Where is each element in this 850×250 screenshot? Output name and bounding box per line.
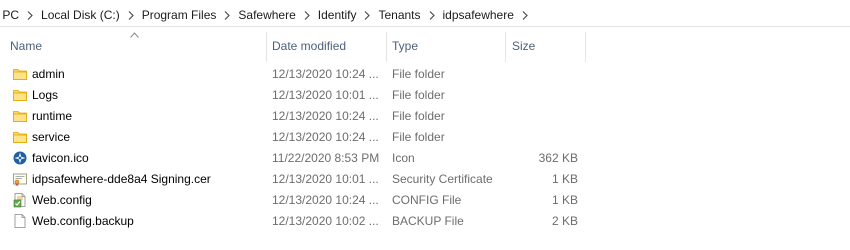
- breadcrumb: s PC Local Disk (C:) Program Files Safew…: [0, 4, 533, 26]
- file-row-logs[interactable]: Logs 12/13/2020 10:01 ... File folder: [0, 85, 850, 106]
- file-name: runtime: [32, 109, 73, 123]
- address-bar[interactable]: s PC Local Disk (C:) Program Files Safew…: [0, 4, 850, 27]
- file-date: 12/13/2020 10:24 ...: [272, 109, 379, 123]
- file-name: idpsafewhere-dde8a4 Signing.cer: [32, 172, 211, 186]
- file-row-runtime[interactable]: runtime 12/13/2020 10:24 ... File folder: [0, 106, 850, 127]
- certificate-icon: [12, 171, 28, 187]
- column-header-date-modified[interactable]: Date modified: [272, 29, 382, 64]
- file-type: Icon: [392, 151, 415, 165]
- column-header-name[interactable]: Name: [10, 29, 266, 64]
- file-size: [500, 106, 578, 127]
- folder-icon: [12, 108, 28, 124]
- chevron-right-icon[interactable]: [123, 4, 139, 26]
- file-size: [500, 127, 578, 148]
- blank-file-icon: [12, 213, 28, 229]
- file-date: 12/13/2020 10:02 ...: [272, 214, 379, 228]
- file-type: File folder: [392, 67, 445, 81]
- file-size: [500, 85, 578, 106]
- folder-icon: [12, 87, 28, 103]
- column-divider[interactable]: [266, 32, 267, 62]
- column-header-type[interactable]: Type: [392, 29, 502, 64]
- file-name: admin: [32, 67, 65, 81]
- file-type: File folder: [392, 88, 445, 102]
- file-size: 362 KB: [538, 151, 578, 165]
- breadcrumb-item-safewhere[interactable]: Safewhere: [235, 4, 298, 26]
- file-type: CONFIG File: [392, 193, 462, 207]
- file-date: 12/13/2020 10:01 ...: [272, 172, 379, 186]
- file-name: service: [32, 130, 71, 144]
- file-row-certificate[interactable]: idpsafewhere-dde8a4 Signing.cer 12/13/20…: [0, 169, 850, 190]
- file-name: Logs: [32, 88, 59, 102]
- file-type: File folder: [392, 109, 445, 123]
- breadcrumb-item-local-disk[interactable]: Local Disk (C:): [38, 4, 123, 26]
- file-size: [500, 64, 578, 85]
- file-size: 1 KB: [551, 172, 578, 186]
- breadcrumb-item-identify[interactable]: Identify: [315, 4, 360, 26]
- file-row-admin[interactable]: admin 12/13/2020 10:24 ... File folder: [0, 64, 850, 85]
- breadcrumb-item-idpsafewhere[interactable]: idpsafewhere: [440, 4, 517, 26]
- chevron-right-icon[interactable]: [424, 4, 440, 26]
- file-name: Web.config.backup: [32, 214, 134, 228]
- column-header-size[interactable]: Size: [512, 29, 582, 64]
- chevron-right-icon[interactable]: [22, 4, 38, 26]
- file-row-service[interactable]: service 12/13/2020 10:24 ... File folder: [0, 127, 850, 148]
- file-row-favicon[interactable]: favicon.ico 11/22/2020 8:53 PM Icon 362 …: [0, 148, 850, 169]
- chevron-right-icon[interactable]: [359, 4, 375, 26]
- file-date: 11/22/2020 8:53 PM: [272, 151, 380, 165]
- file-name: Web.config: [32, 193, 92, 207]
- file-date: 12/13/2020 10:24 ...: [272, 193, 379, 207]
- file-row-web-config-backup[interactable]: Web.config.backup 12/13/2020 10:02 ... B…: [0, 211, 850, 232]
- config-file-icon: [12, 192, 28, 208]
- chevron-right-icon[interactable]: [299, 4, 315, 26]
- file-size: 1 KB: [551, 193, 578, 207]
- folder-icon: [12, 66, 28, 82]
- file-date: 12/13/2020 10:24 ...: [272, 67, 379, 81]
- breadcrumb-item-tenants[interactable]: Tenants: [375, 4, 423, 26]
- file-explorer-window: s PC Local Disk (C:) Program Files Safew…: [0, 0, 850, 250]
- breadcrumb-item-this-pc[interactable]: s PC: [0, 4, 22, 26]
- favicon-icon: [12, 150, 28, 166]
- folder-icon: [12, 129, 28, 145]
- file-size: 2 KB: [551, 214, 578, 228]
- file-type: Security Certificate: [392, 172, 493, 186]
- column-divider[interactable]: [386, 32, 387, 62]
- file-type: File folder: [392, 130, 445, 144]
- chevron-right-icon[interactable]: [517, 4, 533, 26]
- column-header-row: Name Date modified Type Size: [0, 29, 850, 64]
- file-name: favicon.ico: [32, 151, 89, 165]
- column-divider[interactable]: [585, 32, 586, 62]
- column-divider[interactable]: [505, 32, 506, 62]
- breadcrumb-item-program-files[interactable]: Program Files: [139, 4, 220, 26]
- file-type: BACKUP File: [392, 214, 464, 228]
- file-row-web-config[interactable]: Web.config 12/13/2020 10:24 ... CONFIG F…: [0, 190, 850, 211]
- file-date: 12/13/2020 10:01 ...: [272, 88, 379, 102]
- chevron-right-icon[interactable]: [219, 4, 235, 26]
- file-date: 12/13/2020 10:24 ...: [272, 130, 379, 144]
